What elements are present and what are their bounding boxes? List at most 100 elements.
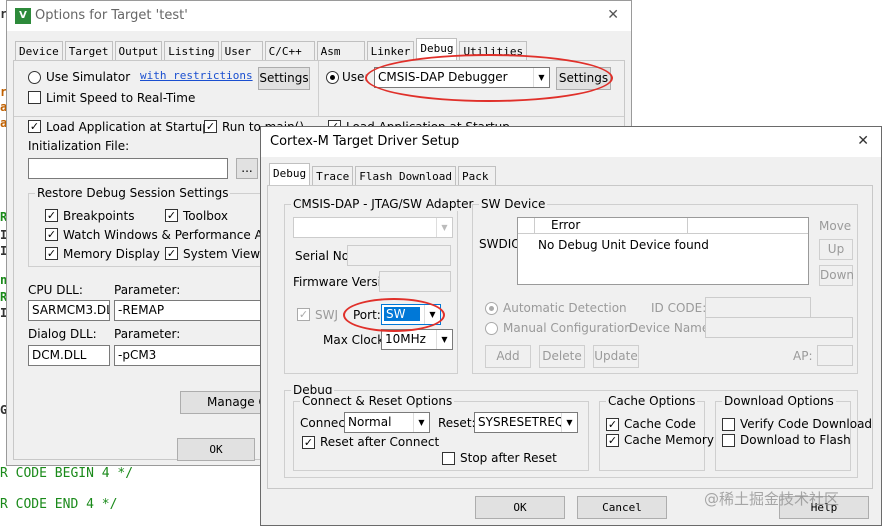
tab-user[interactable]: User [220,41,263,60]
highlight-ellipse [343,298,445,332]
use-simulator-radio[interactable] [28,71,41,84]
cache-memory-checkbox[interactable]: ✓ [606,434,619,447]
adapter-group: CMSIS-DAP - JTAG/SW Adapter ▼ Serial No:… [284,197,476,374]
swj-checkbox[interactable]: ✓ [297,308,310,321]
group-title: Connect & Reset Options [300,394,455,408]
memory-display-label: Memory Display [63,247,160,261]
chevron-down-icon: ▼ [436,218,452,237]
max-clock-select[interactable]: 10MHz ▼ [381,329,453,350]
download-flash-checkbox[interactable] [722,434,735,447]
group-title: CMSIS-DAP - JTAG/SW Adapter [291,197,476,211]
max-clock-label: Max Clock: [323,333,389,347]
cpu-parameter-input[interactable]: -REMAP [114,300,264,321]
tab-asm[interactable]: Asm [316,41,365,60]
chevron-down-icon: ▼ [436,330,452,349]
manual-configuration-label: Manual Configuration [503,321,632,335]
breakpoints-label: Breakpoints [63,209,135,223]
serial-no-input[interactable] [347,245,451,266]
group-title: Download Options [722,394,836,408]
target-driver-setup-window: Cortex-M Target Driver Setup ✕ Debug Tra… [260,126,882,526]
load-app-checkbox[interactable]: ✓ [28,120,41,133]
breakpoints-checkbox[interactable]: ✓ [45,209,58,222]
cache-code-checkbox[interactable]: ✓ [606,418,619,431]
cache-options-group: Cache Options ✓ Cache Code ✓ Cache Memor… [599,394,714,471]
sw-device-table[interactable]: Error No Debug Unit Device found [517,217,809,285]
close-icon[interactable]: ✕ [607,7,619,23]
id-code-input[interactable] [705,297,811,318]
toolbox-checkbox[interactable]: ✓ [165,209,178,222]
add-button[interactable]: Add [485,345,531,368]
tab-bar: Debug Trace Flash Download Pack [269,163,498,185]
dialog-dll-input[interactable]: DCM.DLL [28,345,110,366]
reset-after-connect-label: Reset after Connect [320,435,440,449]
ok-button[interactable]: OK [177,438,255,461]
tab-target[interactable]: Target [64,41,113,60]
id-code-label: ID CODE: [651,301,707,315]
automatic-detection-radio[interactable] [485,302,498,315]
use-debugger-radio[interactable] [326,71,339,84]
tab-linker[interactable]: Linker [366,41,415,60]
cancel-button[interactable]: Cancel [577,496,667,519]
reset-select[interactable]: SYSRESETREQ ▼ [474,412,578,433]
init-file-input[interactable] [28,158,228,179]
table-header: Error [518,218,808,234]
close-icon[interactable]: ✕ [857,133,869,149]
run-to-main-checkbox[interactable]: ✓ [204,120,217,133]
dialog-parameter-input[interactable]: -pCM3 [114,345,264,366]
init-file-label: Initialization File: [28,139,130,153]
tab-trace[interactable]: Trace [312,166,354,185]
ap-input[interactable] [817,345,853,366]
watch-windows-checkbox[interactable]: ✓ [45,228,58,241]
ok-button[interactable]: OK [475,496,565,519]
automatic-detection-label: Automatic Detection [503,301,627,315]
with-restrictions-link[interactable]: with restrictions [140,69,253,82]
simulator-settings-button[interactable]: Settings [258,67,310,90]
window-title: Cortex-M Target Driver Setup [270,134,460,149]
cache-code-label: Cache Code [624,417,696,431]
highlight-ellipse [365,54,613,102]
code-line: R CODE BEGIN 4 */ [0,466,134,481]
stop-after-reset-checkbox[interactable] [442,452,455,465]
tab-debug[interactable]: Debug [269,163,311,185]
tab-flash-download[interactable]: Flash Download [355,166,456,185]
toolbox-label: Toolbox [183,209,228,223]
error-column-header: Error [534,218,688,234]
verify-code-checkbox[interactable] [722,418,735,431]
adapter-select[interactable]: ▼ [293,217,453,238]
limit-speed-label: Limit Speed to Real-Time [46,91,196,105]
connect-select[interactable]: Normal ▼ [344,412,430,433]
tab-listing[interactable]: Listing [164,41,219,60]
memory-display-checkbox[interactable]: ✓ [45,247,58,260]
firmware-version-input[interactable] [379,271,451,292]
sw-device-group: SW Device SWDIO Error No Debug Unit Devi… [472,197,858,374]
system-viewer-checkbox[interactable]: ✓ [165,247,178,260]
cpu-dll-input[interactable]: SARMCM3.DLL [28,300,110,321]
tab-device[interactable]: Device [15,41,63,60]
move-label: Move [819,219,852,233]
tab-cpp[interactable]: C/C++ [264,41,315,60]
window-title: Options for Target 'test' [35,8,188,23]
chevron-down-icon: ▼ [413,413,429,432]
group-title: Cache Options [606,394,698,408]
system-viewer-label: System Viewer [183,247,273,261]
cache-memory-label: Cache Memory [624,433,714,447]
title-bar: Cortex-M Target Driver Setup ✕ [261,127,881,157]
limit-speed-checkbox[interactable] [28,91,41,104]
delete-button[interactable]: Delete [539,345,585,368]
manual-configuration-radio[interactable] [485,322,498,335]
move-up-button[interactable]: Up [819,239,853,260]
tab-pack[interactable]: Pack [457,166,496,185]
divider [318,61,319,116]
tab-output[interactable]: Output [114,41,163,60]
stop-after-reset-label: Stop after Reset [460,451,557,465]
load-app-label: Load Application at Startup [46,120,210,134]
connect-reset-group: Connect & Reset Options Connect: Normal ▼… [293,394,589,471]
debug-group: Debug Connect & Reset Options Connect: N… [284,383,872,478]
browse-button[interactable]: ... [236,158,258,179]
update-button[interactable]: Update [593,345,639,368]
reset-after-connect-checkbox[interactable]: ✓ [302,436,315,449]
watermark: @稀土掘金技术社区 [704,490,840,508]
move-down-button[interactable]: Down [819,265,854,286]
serial-no-label: Serial No: [295,249,354,263]
device-name-input[interactable] [705,317,853,338]
